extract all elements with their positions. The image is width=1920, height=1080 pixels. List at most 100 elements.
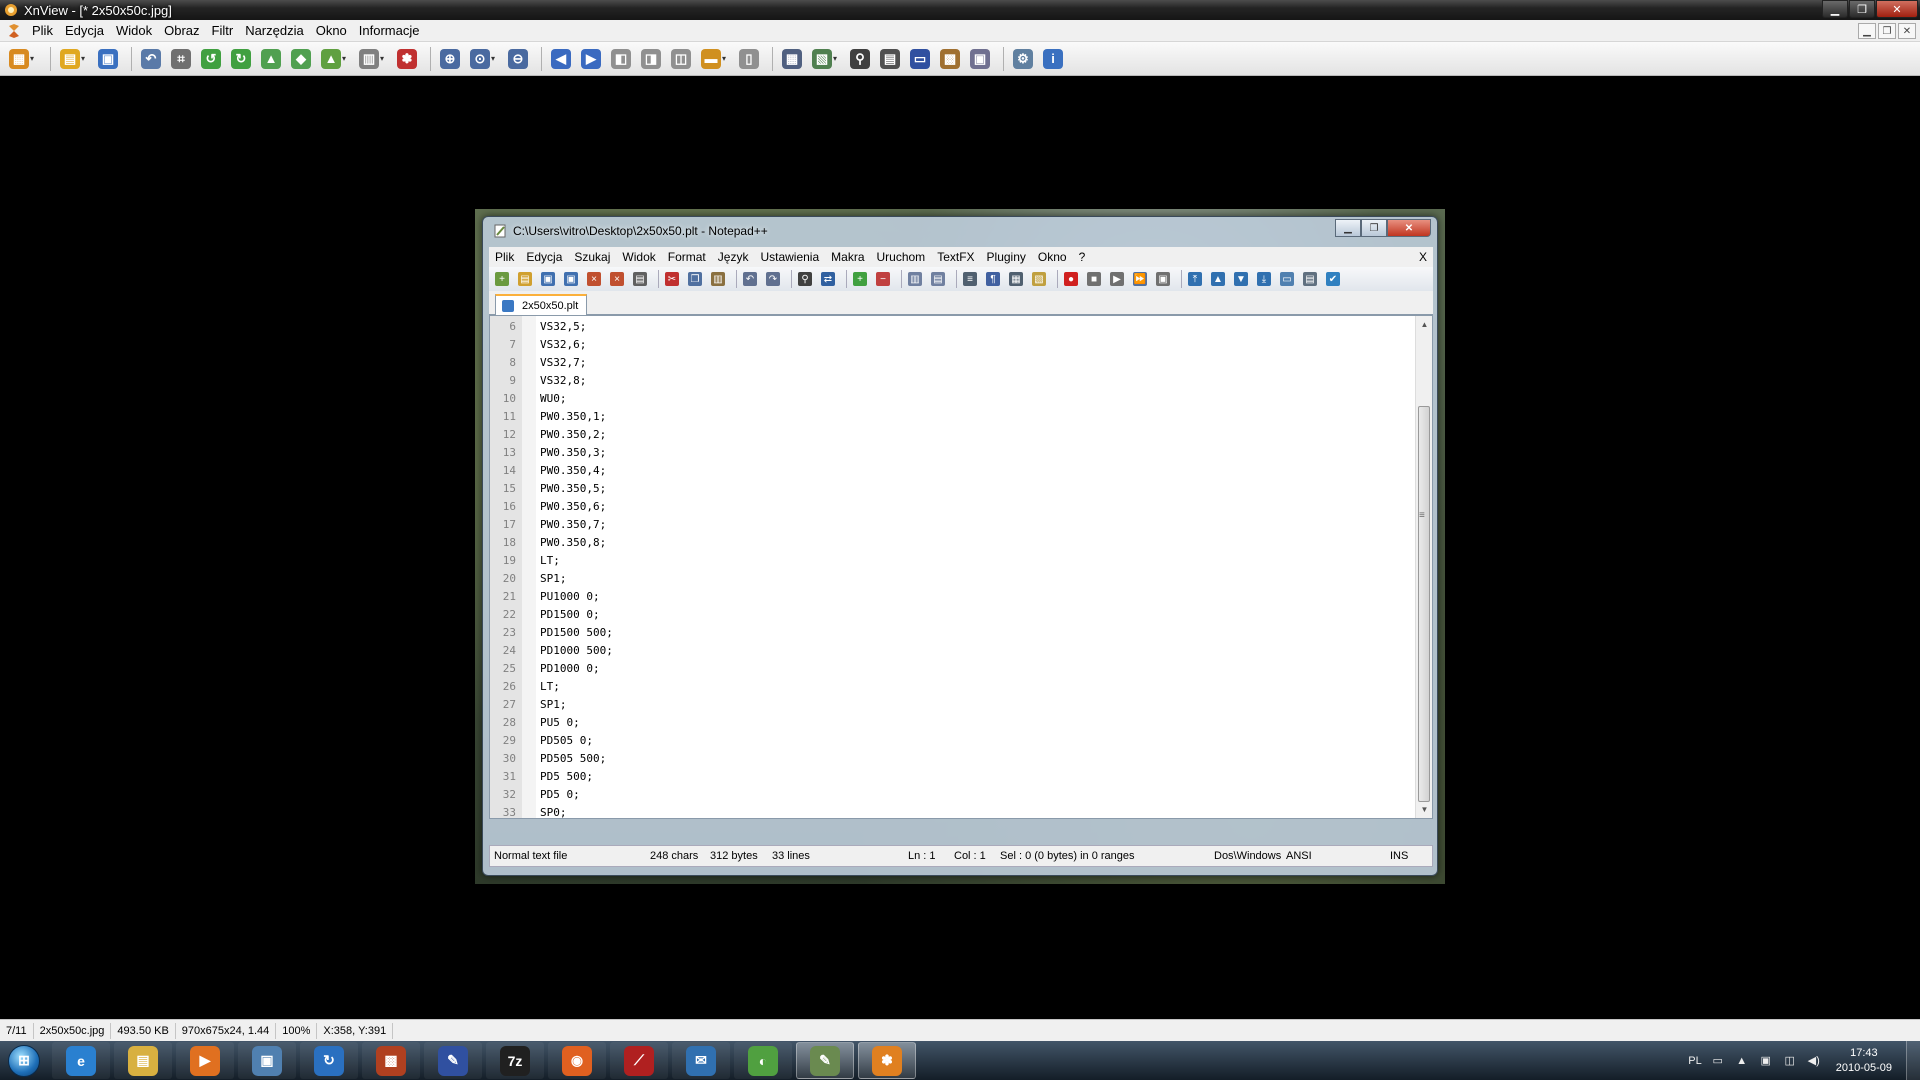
taskbar-pdf-button[interactable]: ⟋	[610, 1042, 668, 1079]
code-line[interactable]: 8 VS32,7;	[490, 354, 613, 372]
zoom-out-text-button[interactable]: −	[874, 270, 892, 288]
crop-button[interactable]: ⌗	[168, 46, 194, 72]
npp-menu-makra[interactable]: Makra	[825, 250, 870, 264]
code-line[interactable]: 10 WU0;	[490, 390, 613, 408]
stop-macro-button[interactable]: ■	[1085, 270, 1103, 288]
document-icon[interactable]	[6, 23, 22, 39]
record-macro-button[interactable]: ●	[1062, 270, 1080, 288]
code-line[interactable]: 33 SP0;	[490, 804, 613, 818]
npp-menu-format[interactable]: Format	[662, 250, 712, 264]
scroll-up-icon[interactable]: ▲	[1416, 316, 1432, 333]
menu-okno[interactable]: Okno	[310, 23, 353, 38]
taskbar-archive-button[interactable]: ▩	[362, 1042, 420, 1079]
code-line[interactable]: 17 PW0.350,7;	[490, 516, 613, 534]
taskbar-xnview-button[interactable]: ✽	[858, 1042, 916, 1079]
compare-button[interactable]: ▯	[736, 46, 762, 72]
close-button[interactable]: ✕	[1876, 0, 1918, 18]
minimize-button[interactable]: ▁	[1822, 0, 1848, 18]
zoom-out-button[interactable]: ⊖	[505, 46, 531, 72]
notepad-maximize-button[interactable]: ❐	[1361, 219, 1387, 237]
move-up-button[interactable]: ▲	[1209, 270, 1227, 288]
sync-vertical-button[interactable]: ▥	[906, 270, 924, 288]
browser-button[interactable]: ▦	[6, 46, 32, 72]
npp-menu-widok[interactable]: Widok	[616, 250, 661, 264]
taskbar-pen-button[interactable]: ✎	[424, 1042, 482, 1079]
replace-button[interactable]: ⇄	[819, 270, 837, 288]
menu-edycja[interactable]: Edycja	[59, 23, 110, 38]
move-top-button[interactable]: ⤒	[1186, 270, 1204, 288]
taskbar-explorer-button[interactable]: ▤	[114, 1042, 172, 1079]
undo-button[interactable]: ↶	[138, 46, 164, 72]
taskbar-7zip-button[interactable]: 7z	[486, 1042, 544, 1079]
fullscreen-button[interactable]: ◫	[668, 46, 694, 72]
save-file-button[interactable]: ▣	[539, 270, 557, 288]
capture-button[interactable]: ▣	[967, 46, 993, 72]
taskbar-media-player-button[interactable]: ▶	[176, 1042, 234, 1079]
code-line[interactable]: 31 PD5 500;	[490, 768, 613, 786]
export-button[interactable]: ◆	[288, 46, 314, 72]
code-line[interactable]: 18 PW0.350,8;	[490, 534, 613, 552]
npp-menu-szukaj[interactable]: Szukaj	[568, 250, 616, 264]
open-file-button[interactable]: ▤	[516, 270, 534, 288]
save-all-button[interactable]: ▣	[562, 270, 580, 288]
code-line[interactable]: 20 SP1;	[490, 570, 613, 588]
search-button[interactable]: ⚲	[847, 46, 873, 72]
panel-button[interactable]: ▧	[1030, 270, 1048, 288]
clock[interactable]: 17:43 2010-05-09	[1836, 1046, 1892, 1076]
code-line[interactable]: 13 PW0.350,3;	[490, 444, 613, 462]
npp-menu-textfx[interactable]: TextFX	[931, 250, 980, 264]
npp-document-close-button[interactable]: X	[1419, 250, 1427, 264]
info-button[interactable]: i	[1040, 46, 1066, 72]
dropdown-arrow-icon[interactable]: ▾	[491, 54, 499, 63]
code-line[interactable]: 12 PW0.350,2;	[490, 426, 613, 444]
menu-widok[interactable]: Widok	[110, 23, 158, 38]
move-down-button[interactable]: ▼	[1232, 270, 1250, 288]
next-button[interactable]: ▶	[578, 46, 604, 72]
show-hidden-icons-icon[interactable]: ▲	[1734, 1053, 1750, 1069]
code-line[interactable]: 9 VS32,8;	[490, 372, 613, 390]
wallpaper-button[interactable]: ▩	[937, 46, 963, 72]
code-line[interactable]: 26 LT;	[490, 678, 613, 696]
text-editor[interactable]: 6 VS32,5; 7 VS32,6; 8 VS32,7; 9 VS32,8; 10 WU0; 11…	[489, 315, 1433, 819]
play-macro-button[interactable]: ▶	[1108, 270, 1126, 288]
network-icon[interactable]: ◫	[1782, 1053, 1798, 1069]
paste-button[interactable]: ▥	[709, 270, 727, 288]
notepad-minimize-button[interactable]: ▁	[1335, 219, 1361, 237]
device-icon[interactable]: ▣	[1758, 1053, 1774, 1069]
language-indicator[interactable]: PL	[1688, 1053, 1701, 1069]
code-line[interactable]: 15 PW0.350,5;	[490, 480, 613, 498]
taskbar-firefox-button[interactable]: ◉	[548, 1042, 606, 1079]
print-button[interactable]: ▤	[877, 46, 903, 72]
scroll-down-icon[interactable]: ▼	[1416, 801, 1432, 818]
child-minimize-button[interactable]: ▁	[1858, 23, 1876, 39]
npp-menu-help[interactable]: ?	[1073, 250, 1092, 264]
npp-menu-okno[interactable]: Okno	[1032, 250, 1073, 264]
previous-button[interactable]: ◀	[548, 46, 574, 72]
npp-menu-edycja[interactable]: Edycja	[520, 250, 568, 264]
menu-plik[interactable]: Plik	[26, 23, 59, 38]
maximize-button[interactable]: ❐	[1849, 0, 1875, 18]
npp-menu-pluginy[interactable]: Pluginy	[981, 250, 1032, 264]
slideshow-button[interactable]: ▬	[698, 46, 724, 72]
undo-edit-button[interactable]: ↶	[741, 270, 759, 288]
new-file-button[interactable]: +	[493, 270, 511, 288]
find-button[interactable]: ⚲	[796, 270, 814, 288]
dropdown-arrow-icon[interactable]: ▾	[380, 54, 388, 63]
scroll-thumb[interactable]	[1418, 406, 1430, 802]
effects-button[interactable]: ✽	[394, 46, 420, 72]
color-palette-button[interactable]: ▥	[356, 46, 382, 72]
cut-button[interactable]: ✂	[663, 270, 681, 288]
code-line[interactable]: 29 PD505 0;	[490, 732, 613, 750]
npp-menu-uruchom[interactable]: Uruchom	[871, 250, 932, 264]
dropdown-arrow-icon[interactable]: ▾	[342, 54, 350, 63]
dropdown-arrow-icon[interactable]: ▾	[30, 54, 38, 63]
copy-button[interactable]: ❐	[686, 270, 704, 288]
tab-2x50x50-plt[interactable]: 2x50x50.plt	[495, 294, 588, 315]
batch-button[interactable]: ▧	[809, 46, 835, 72]
run-macro-button[interactable]: ⏩	[1131, 270, 1149, 288]
word-wrap-button[interactable]: ≡	[961, 270, 979, 288]
spellcheck-button[interactable]: ✔	[1324, 270, 1342, 288]
move-bottom-button[interactable]: ⤓	[1255, 270, 1273, 288]
dropdown-arrow-icon[interactable]: ▾	[81, 54, 89, 63]
code-line[interactable]: 27 SP1;	[490, 696, 613, 714]
